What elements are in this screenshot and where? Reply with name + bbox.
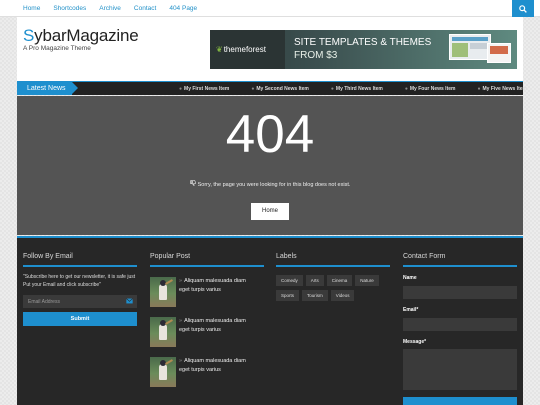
- post-thumbnail[interactable]: [150, 317, 176, 347]
- banner-brand: themeforest: [223, 45, 266, 54]
- news-item[interactable]: ● My First News Item: [179, 86, 229, 92]
- contact-form-widget: Contact Form Name Email* Message*: [403, 238, 517, 405]
- name-label: Name: [403, 275, 417, 281]
- popular-post-item[interactable]: » Aliquam malesuada diam eget turpis variu…: [150, 277, 264, 307]
- site-header: SybarMagazine A Pro Magazine Theme ❦ them…: [17, 17, 523, 81]
- post-title[interactable]: Aliquam malesuada diam: [184, 278, 246, 284]
- widget-title: Follow By Email: [23, 253, 73, 260]
- nav-link-archive[interactable]: Archive: [99, 5, 121, 12]
- latest-news-bar: Latest News ● My First News Item ● My Seco…: [17, 81, 527, 95]
- email-field[interactable]: [403, 318, 517, 331]
- label-tag[interactable]: Nature: [355, 275, 379, 286]
- error-message-text: Sorry, the page you were looking for in …: [197, 182, 351, 188]
- label-tag[interactable]: Arts: [305, 275, 324, 286]
- bullet-icon: ●: [251, 85, 255, 92]
- send-button[interactable]: [403, 397, 517, 405]
- post-title-continued[interactable]: eget turpis varius: [179, 367, 221, 373]
- news-item[interactable]: ● My Five News Item: [477, 86, 527, 92]
- top-menu: Home Shortcodes Archive Contact 404 Page: [0, 0, 540, 17]
- message-label: Message*: [403, 339, 427, 345]
- screen-mockup: [449, 34, 491, 60]
- post-title[interactable]: Aliquam malesuada diam: [184, 318, 246, 324]
- widget-title-underline: [23, 265, 137, 267]
- search-icon: [519, 4, 527, 13]
- arrow-icon: »: [179, 318, 183, 324]
- envelope-icon: [126, 298, 133, 306]
- label-tag[interactable]: Tourism: [302, 290, 328, 301]
- news-ticker: ● My First News Item ● My Second News Item…: [179, 82, 540, 95]
- home-button[interactable]: Home: [251, 203, 289, 220]
- labels-widget: Labels Comedy Arts Cinema Nature Sports …: [276, 238, 390, 305]
- email-label: Email*: [403, 307, 419, 313]
- post-title-continued[interactable]: eget turpis varius: [179, 287, 221, 293]
- follow-by-email-widget: Follow By Email "Subscribe here to get o…: [23, 238, 137, 326]
- arrow-icon: »: [179, 278, 183, 284]
- widget-title: Popular Post: [150, 253, 191, 260]
- post-thumbnail[interactable]: [150, 357, 176, 387]
- screen-mockup: [487, 43, 511, 63]
- thumbs-down-icon: [189, 180, 196, 188]
- ad-banner[interactable]: ❦ themeforest SITE TEMPLATES & THEMES FRO…: [210, 30, 517, 69]
- widget-title: Labels: [276, 253, 297, 260]
- popular-post-widget: Popular Post » Aliquam malesuada diam eget…: [150, 238, 264, 387]
- top-navigation-bar: Home Shortcodes Archive Contact 404 Page: [0, 0, 540, 17]
- email-input-wrapper: [23, 295, 137, 308]
- widget-title-underline: [403, 265, 517, 267]
- bullet-icon: ●: [330, 85, 334, 92]
- popular-post-item[interactable]: » Aliquam malesuada diam eget turpis variu…: [150, 357, 264, 387]
- bullet-icon: ●: [477, 85, 481, 92]
- widget-title-underline: [276, 265, 390, 267]
- name-field[interactable]: [403, 286, 517, 299]
- latest-news-label: Latest News: [17, 82, 78, 95]
- site-logo[interactable]: SybarMagazine: [23, 26, 139, 46]
- post-thumbnail[interactable]: [150, 277, 176, 307]
- logo-initial: S: [23, 26, 35, 45]
- news-item[interactable]: ● My Third News Item: [331, 86, 383, 92]
- post-title-continued[interactable]: eget turpis varius: [179, 327, 221, 333]
- message-field[interactable]: [403, 349, 517, 390]
- popular-post-item[interactable]: » Aliquam malesuada diam eget turpis variu…: [150, 317, 264, 347]
- error-message: Sorry, the page you were looking for in …: [17, 180, 523, 188]
- leaf-icon: ❦: [216, 45, 223, 54]
- footer: Follow By Email "Subscribe here to get o…: [17, 236, 523, 405]
- submit-button[interactable]: Submit: [23, 312, 137, 326]
- bullet-icon: ●: [179, 85, 183, 92]
- news-item[interactable]: ● My Second News Item: [251, 86, 309, 92]
- news-item[interactable]: ● My Four News Item: [405, 86, 456, 92]
- error-panel: 404 Sorry, the page you were looking for…: [17, 96, 523, 235]
- search-button[interactable]: [512, 0, 534, 17]
- logo-text: ybarMagazine: [34, 26, 139, 45]
- label-tag[interactable]: Sports: [276, 290, 300, 301]
- post-title[interactable]: Aliquam malesuada diam: [184, 358, 246, 364]
- error-code: 404: [225, 105, 315, 164]
- site-tagline: A Pro Magazine Theme: [23, 45, 91, 52]
- themeforest-logo: ❦ themeforest: [216, 45, 266, 54]
- label-cloud: Comedy Arts Cinema Nature Sports Tourism…: [276, 275, 390, 305]
- widget-title: Contact Form: [403, 253, 446, 260]
- nav-link-contact[interactable]: Contact: [134, 5, 156, 12]
- nav-link-shortcodes[interactable]: Shortcodes: [53, 5, 86, 12]
- banner-brand-area: ❦ themeforest: [210, 30, 285, 69]
- bullet-icon: ●: [404, 85, 408, 92]
- banner-headline: SITE TEMPLATES & THEMES: [294, 37, 432, 48]
- nav-link-404[interactable]: 404 Page: [169, 5, 197, 12]
- nav-link-home[interactable]: Home: [23, 5, 40, 12]
- label-tag[interactable]: Cinema: [326, 275, 353, 286]
- label-tag[interactable]: Videos: [330, 290, 355, 301]
- banner-screens-illustration: [449, 34, 511, 65]
- banner-price: FROM $3: [294, 50, 338, 61]
- widget-title-underline: [150, 265, 264, 267]
- arrow-icon: »: [179, 358, 183, 364]
- label-tag[interactable]: Comedy: [276, 275, 303, 286]
- subscribe-description: "Subscribe here to get our newsletter, i…: [23, 274, 136, 288]
- email-input[interactable]: [23, 295, 137, 308]
